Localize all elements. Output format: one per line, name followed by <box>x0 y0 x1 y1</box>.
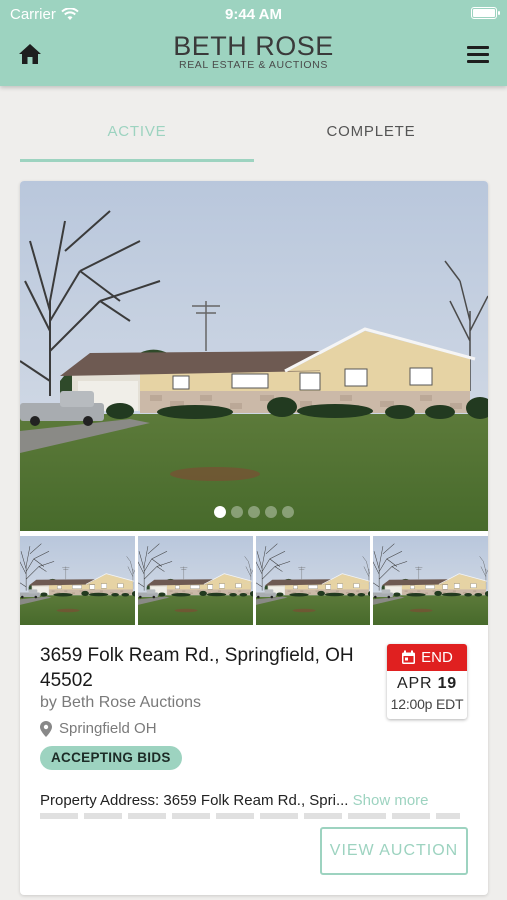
status-bar: Carrier 9:44 AM <box>0 0 507 28</box>
end-date: APR 19 <box>387 675 467 693</box>
end-label: END <box>421 649 453 666</box>
hamburger-line <box>467 53 489 56</box>
app-header: Carrier 9:44 AM BETH ROSE REAL ESTATE & … <box>0 0 507 86</box>
auction-card: 3659 Folk Ream Rd., Springfield, OH 4550… <box>20 181 488 895</box>
end-date-box: END APR 19 12:00p EDT <box>387 644 467 719</box>
pagination-dot[interactable] <box>231 506 243 518</box>
show-more-link[interactable]: Show more <box>353 792 429 809</box>
listing-title[interactable]: 3659 Folk Ream Rd., Springfield, OH 4550… <box>40 643 375 693</box>
end-month: APR <box>397 675 433 692</box>
listing-location: Springfield OH <box>40 720 157 737</box>
tab-complete[interactable]: COMPLETE <box>254 104 488 162</box>
main-photo[interactable] <box>20 181 488 531</box>
battery-icon <box>471 7 500 19</box>
view-auction-button[interactable]: VIEW AUCTION <box>320 827 468 875</box>
thumbnail[interactable] <box>20 536 135 625</box>
pagination-dot[interactable] <box>248 506 260 518</box>
listing-description: Property Address: 3659 Folk Ream Rd., Sp… <box>40 792 470 809</box>
calendar-icon <box>402 650 416 664</box>
thumbnail[interactable] <box>138 536 253 625</box>
end-header: END <box>387 644 467 671</box>
thumbnail[interactable] <box>256 536 371 625</box>
logo-line1: BETH ROSE <box>173 31 334 61</box>
description-text: Property Address: 3659 Folk Ream Rd., Sp… <box>40 792 349 809</box>
hamburger-menu-icon <box>467 46 489 49</box>
end-day: 19 <box>437 675 457 692</box>
description-overflow <box>40 813 460 819</box>
pagination-dot[interactable] <box>214 506 226 518</box>
gallery-pagination <box>20 506 488 518</box>
thumbnail-strip <box>20 536 488 625</box>
menu-button[interactable] <box>465 44 491 64</box>
thumbnail[interactable] <box>373 536 488 625</box>
tab-active[interactable]: ACTIVE <box>20 104 254 162</box>
hamburger-line <box>467 60 489 63</box>
auction-tabs: ACTIVE COMPLETE <box>20 104 487 162</box>
location-pin-icon <box>40 720 52 737</box>
logo-line2: REAL ESTATE & AUCTIONS <box>179 59 328 71</box>
house-photo <box>20 181 488 531</box>
brand-logo: BETH ROSE REAL ESTATE & AUCTIONS <box>0 32 507 70</box>
status-time: 9:44 AM <box>225 6 282 23</box>
listing-byline: by Beth Rose Auctions <box>40 694 201 711</box>
pagination-dot[interactable] <box>282 506 294 518</box>
pagination-dot[interactable] <box>265 506 277 518</box>
location-text: Springfield OH <box>59 720 157 737</box>
end-time: 12:00p EDT <box>390 696 464 712</box>
status-badge: ACCEPTING BIDS <box>40 746 182 770</box>
